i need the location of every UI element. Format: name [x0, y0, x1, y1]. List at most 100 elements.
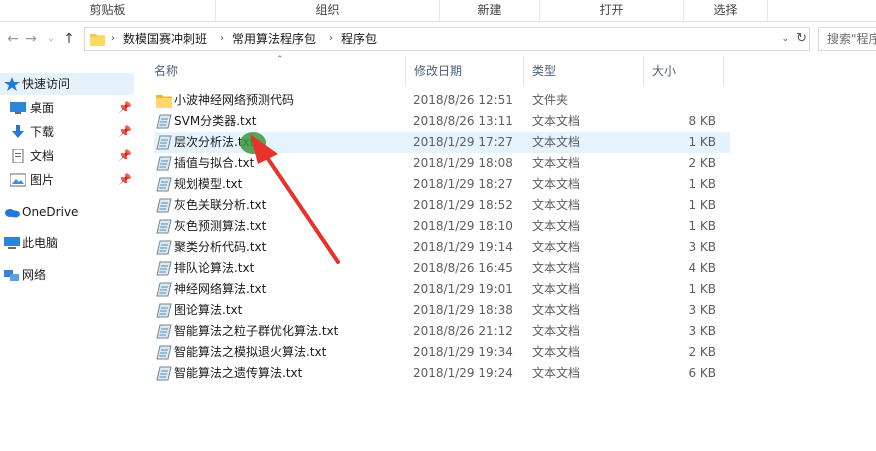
column-header-size[interactable]: 大小 [644, 56, 724, 86]
file-row[interactable]: 智能算法之模拟退火算法.txt 2018/1/29 19:34 文本文档 2 KB [154, 342, 730, 363]
refresh-icon[interactable]: ↻ [796, 28, 807, 50]
file-name: 小波神经网络预测代码 [174, 93, 295, 107]
back-button[interactable]: ← [4, 28, 22, 50]
file-name: 智能算法之模拟退火算法.txt [174, 345, 327, 359]
file-name: 智能算法之遗传算法.txt [174, 366, 303, 380]
breadcrumb-separator: › [111, 33, 115, 44]
file-name: 规划模型.txt [174, 177, 243, 191]
sidebar-item-this-pc[interactable]: 此电脑 [0, 232, 134, 254]
navigation-bar: ← → ⌄ ↑ › 数模国赛冲刺班 › 常用算法程序包 › 程序包 ⌄ ↻ 搜索… [0, 24, 876, 54]
file-type: 文本文档 [532, 303, 581, 317]
file-size: 2 KB [688, 156, 716, 170]
sidebar-item-network[interactable]: 网络 [0, 264, 134, 286]
file-row[interactable]: SVM分类器.txt 2018/8/26 13:11 文本文档 8 KB [154, 111, 730, 132]
text-file-icon [156, 240, 172, 255]
document-icon [12, 149, 24, 163]
computer-icon [4, 237, 20, 249]
file-modified-date: 2018/1/29 18:38 [413, 303, 513, 317]
file-type: 文本文档 [532, 324, 581, 338]
column-header-row: 名称 修改日期 类型 大小 [146, 56, 876, 86]
file-size: 1 KB [688, 135, 716, 149]
file-modified-date: 2018/1/29 18:10 [413, 219, 513, 233]
folder-row[interactable]: 小波神经网络预测代码 2018/8/26 12:51 文件夹 [154, 90, 730, 111]
column-header-modified[interactable]: 修改日期 [406, 56, 524, 86]
pin-icon[interactable]: 📌 [118, 97, 132, 119]
file-type: 文本文档 [532, 261, 581, 275]
address-bar[interactable]: › 数模国赛冲刺班 › 常用算法程序包 › 程序包 ⌄ ↻ [84, 27, 810, 51]
sidebar-item-documents[interactable]: 文档 📌 [0, 145, 134, 167]
up-button[interactable]: ↑ [60, 28, 78, 50]
file-size: 1 KB [688, 177, 716, 191]
sidebar-item-onedrive[interactable]: OneDrive [0, 201, 134, 223]
file-row[interactable]: 插值与拟合.txt 2018/1/29 18:08 文本文档 2 KB [154, 153, 730, 174]
file-row[interactable]: 规划模型.txt 2018/1/29 18:27 文本文档 1 KB [154, 174, 730, 195]
cloud-icon [5, 209, 20, 218]
text-file-icon [156, 324, 172, 339]
breadcrumb-item-1[interactable]: 数模国赛冲刺班 [123, 28, 207, 50]
file-size: 1 KB [688, 219, 716, 233]
arrow-right-icon: → [25, 31, 37, 47]
file-size: 1 KB [688, 198, 716, 212]
breadcrumb-item-3[interactable]: 程序包 [341, 28, 377, 50]
file-modified-date: 2018/1/29 19:34 [413, 345, 513, 359]
sort-ascending-icon: ⌃ [276, 55, 284, 65]
address-history-dropdown[interactable]: ⌄ [781, 28, 789, 50]
file-row[interactable]: 灰色关联分析.txt 2018/1/29 18:52 文本文档 1 KB [154, 195, 730, 216]
file-modified-date: 2018/1/29 19:01 [413, 282, 513, 296]
pin-icon[interactable]: 📌 [118, 121, 132, 143]
file-size: 4 KB [688, 261, 716, 275]
column-header-type[interactable]: 类型 [524, 56, 644, 86]
ribbon-group-new: 新建 [440, 0, 540, 21]
text-file-icon [156, 198, 172, 213]
text-file-icon [156, 345, 172, 360]
file-row[interactable]: 图论算法.txt 2018/1/29 18:38 文本文档 3 KB [154, 300, 730, 321]
breadcrumb-separator[interactable]: › [220, 28, 224, 50]
file-modified-date: 2018/8/26 13:11 [413, 114, 513, 128]
file-modified-date: 2018/1/29 18:52 [413, 198, 513, 212]
text-file-icon [156, 219, 172, 234]
file-name: 图论算法.txt [174, 303, 243, 317]
text-file-icon [156, 282, 172, 297]
sidebar-item-downloads[interactable]: 下载 📌 [0, 121, 134, 143]
file-modified-date: 2018/8/26 21:12 [413, 324, 513, 338]
pin-icon[interactable]: 📌 [118, 145, 132, 167]
sidebar-item-desktop[interactable]: 桌面 📌 [0, 97, 134, 119]
sidebar-item-label: 文档 [30, 149, 55, 163]
file-type: 文本文档 [532, 198, 581, 212]
forward-button[interactable]: → [22, 28, 40, 50]
file-row[interactable]: 智能算法之遗传算法.txt 2018/1/29 19:24 文本文档 6 KB [154, 363, 730, 384]
file-size: 2 KB [688, 345, 716, 359]
sidebar-item-label: 图片 [30, 173, 55, 187]
ribbon-group-clipboard: 剪贴板 [0, 0, 216, 21]
file-row[interactable]: 聚类分析代码.txt 2018/1/29 19:14 文本文档 3 KB [154, 237, 730, 258]
navigation-pane: 快速访问 桌面 📌 下载 📌 文档 📌 图片 📌 OneDrive 此电脑 网络 [0, 70, 140, 451]
file-row[interactable]: 排队论算法.txt 2018/8/26 16:45 文本文档 4 KB [154, 258, 730, 279]
file-type: 文本文档 [532, 366, 581, 380]
recent-locations-button[interactable]: ⌄ [42, 28, 60, 50]
sidebar-item-label: 此电脑 [22, 236, 59, 250]
file-modified-date: 2018/8/26 16:45 [413, 261, 513, 275]
file-type: 文本文档 [532, 177, 581, 191]
arrow-up-icon: ↑ [63, 31, 75, 47]
ribbon-group-organize: 组织 [216, 0, 440, 21]
pin-icon[interactable]: 📌 [118, 169, 132, 191]
file-modified-date: 2018/8/26 12:51 [413, 93, 513, 107]
file-type: 文件夹 [532, 93, 569, 107]
file-modified-date: 2018/1/29 18:08 [413, 156, 513, 170]
file-modified-date: 2018/1/29 19:24 [413, 366, 513, 380]
file-name: 排队论算法.txt [174, 261, 255, 275]
file-type: 文本文档 [532, 240, 581, 254]
file-modified-date: 2018/1/29 18:27 [413, 177, 513, 191]
file-name: 插值与拟合.txt [174, 156, 255, 170]
file-name: 神经网络算法.txt [174, 282, 267, 296]
search-input[interactable]: 搜索"程序包" [818, 27, 876, 51]
file-row[interactable]: 神经网络算法.txt 2018/1/29 19:01 文本文档 1 KB [154, 279, 730, 300]
file-row[interactable]: 智能算法之粒子群优化算法.txt 2018/8/26 21:12 文本文档 3 KB [154, 321, 730, 342]
file-row[interactable]: 灰色预测算法.txt 2018/1/29 18:10 文本文档 1 KB [154, 216, 730, 237]
sidebar-item-quick-access[interactable]: 快速访问 [0, 73, 134, 95]
sidebar-item-pictures[interactable]: 图片 📌 [0, 169, 134, 191]
breadcrumb-separator[interactable]: › [329, 28, 333, 50]
breadcrumb-item-2[interactable]: 常用算法程序包 [232, 28, 316, 50]
text-file-icon [156, 261, 172, 276]
chevron-down-icon: ⌄ [47, 34, 55, 44]
